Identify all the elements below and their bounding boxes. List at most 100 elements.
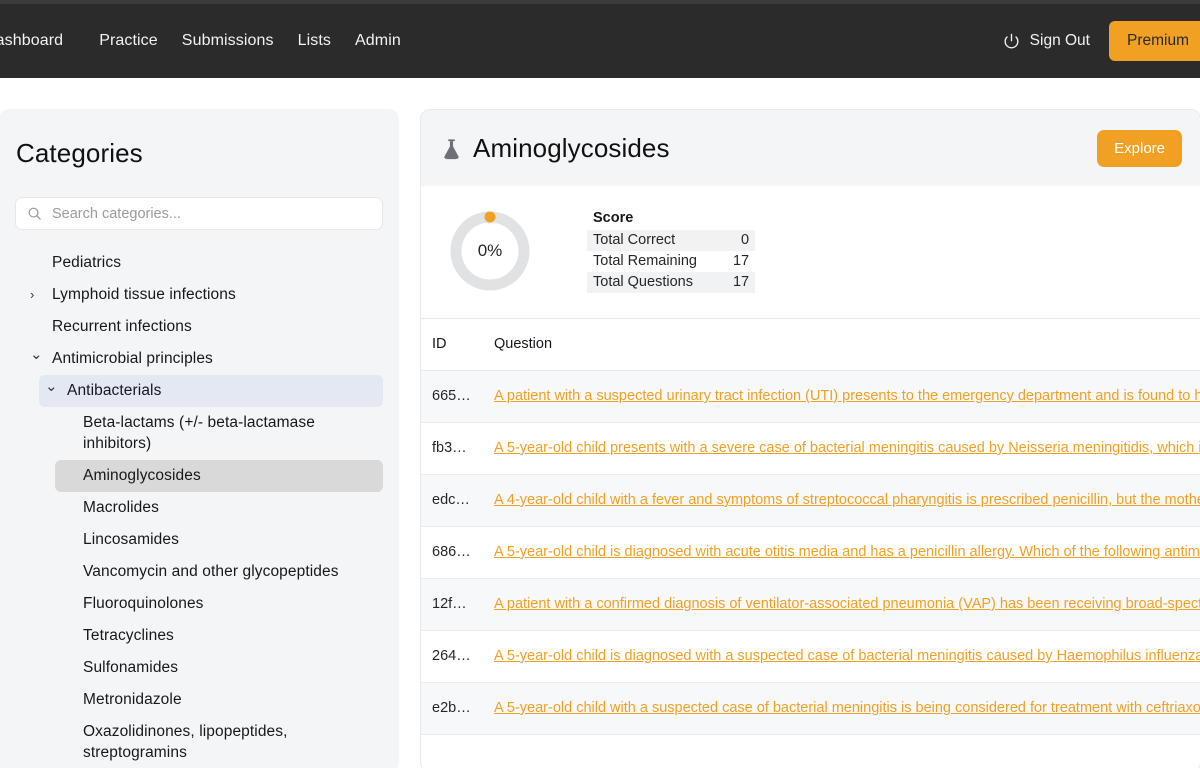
question-link[interactable]: A 4-year-old child with a fever and symp…: [494, 492, 1200, 508]
questions-header-row: ID Question: [421, 319, 1200, 371]
table-row[interactable]: fb3… A 5-year-old child presents with a s…: [421, 423, 1200, 475]
categories-sidebar: Categories Pediatrics › Lymphoid tissue in…: [0, 109, 399, 768]
sidebar-item-lymphoid-tissue-infections[interactable]: › Lymphoid tissue infections: [24, 279, 383, 311]
sidebar-item-metronidazole[interactable]: Metronidazole: [55, 684, 383, 716]
column-header-question: Question: [483, 319, 1200, 371]
sidebar-item-oxazolidinones-lipopeptides-streptogramins[interactable]: Oxazolidinones, lipopeptides, streptogra…: [55, 716, 383, 768]
nav-link-practice[interactable]: Practice: [99, 32, 158, 50]
search-categories-box[interactable]: [15, 197, 383, 230]
sidebar-item-label: Aminoglycosides: [61, 465, 201, 486]
chevron-down-icon[interactable]: ⌄: [45, 380, 61, 394]
topic-card: Aminoglycosides Explore 0% Score Total C…: [420, 109, 1200, 768]
sidebar-item-label: Lymphoid tissue infections: [52, 284, 236, 305]
page-title-text: Aminoglycosides: [473, 133, 670, 164]
nav-link-admin[interactable]: Admin: [355, 32, 401, 50]
question-id-cell: e2b…: [421, 683, 483, 735]
sidebar-item-antibacterials[interactable]: ⌄ Antibacterials: [39, 375, 383, 407]
search-icon: [27, 206, 42, 221]
sidebar-item-label: Tetracyclines: [61, 625, 174, 646]
sidebar-item-pediatrics[interactable]: Pediatrics: [24, 247, 383, 279]
question-text-cell: A patient with a suspected urinary tract…: [483, 371, 1200, 423]
sidebar-item-antimicrobial-principles[interactable]: ⌄ Antimicrobial principles: [24, 343, 383, 375]
sidebar-item-label: Antibacterials: [67, 380, 161, 401]
score-row-label: Total Questions: [587, 272, 703, 293]
questions-table: ID Question 665… A patient with a suspect…: [421, 319, 1200, 735]
premium-button[interactable]: Premium: [1109, 21, 1200, 61]
score-row-value: 17: [703, 251, 755, 272]
score-row-label: Total Correct: [587, 230, 703, 251]
table-row[interactable]: 665… A patient with a suspected urinary t…: [421, 371, 1200, 423]
score-row-value: 0: [703, 230, 755, 251]
sidebar-item-label: Lincosamides: [61, 529, 179, 550]
table-row[interactable]: e2b… A 5-year-old child with a suspected …: [421, 683, 1200, 735]
sidebar-item-label: Pediatrics: [52, 252, 121, 273]
table-row[interactable]: 264… A 5-year-old child is diagnosed with…: [421, 631, 1200, 683]
navbar-right-group: Sign Out Premium: [1002, 4, 1200, 78]
search-categories-input[interactable]: [52, 206, 371, 222]
question-id-cell: 12f…: [421, 579, 483, 631]
chevron-right-icon[interactable]: ›: [30, 284, 46, 305]
categories-title: Categories: [15, 131, 383, 169]
sidebar-item-label: Oxazolidinones, lipopeptides, streptogra…: [61, 721, 377, 763]
sidebar-item-sulfonamides[interactable]: Sulfonamides: [55, 652, 383, 684]
question-id-cell: edc…: [421, 475, 483, 527]
question-link[interactable]: A 5-year-old child with a suspected case…: [494, 700, 1200, 716]
table-row[interactable]: 12f… A patient with a confirmed diagnosis…: [421, 579, 1200, 631]
sidebar-item-tetracyclines[interactable]: Tetracyclines: [55, 620, 383, 652]
sign-out-button[interactable]: Sign Out: [1002, 32, 1090, 51]
flask-icon: [441, 138, 462, 161]
sidebar-item-fluoroquinolones[interactable]: Fluoroquinolones: [55, 588, 383, 620]
question-link[interactable]: A 5-year-old child is diagnosed with acu…: [494, 544, 1200, 560]
sidebar-item-aminoglycosides[interactable]: Aminoglycosides: [55, 460, 383, 492]
score-row-value: 17: [703, 272, 755, 293]
question-text-cell: A patient with a confirmed diagnosis of …: [483, 579, 1200, 631]
sidebar-item-label: Antimicrobial principles: [52, 348, 213, 369]
question-link[interactable]: A 5-year-old child presents with a sever…: [494, 440, 1200, 456]
score-panel: 0% Score Total Correct0Total Remaining17…: [421, 186, 1200, 319]
table-row[interactable]: 686… A 5-year-old child is diagnosed with…: [421, 527, 1200, 579]
category-tree: Pediatrics › Lymphoid tissue infections Rec…: [15, 247, 383, 768]
nav-link-dashboard[interactable]: Dashboard: [0, 32, 63, 50]
sidebar-item-label: Recurrent infections: [52, 316, 192, 337]
sidebar-item-label: Vancomycin and other glycopeptides: [61, 561, 339, 582]
topic-header: Aminoglycosides Explore: [421, 110, 1200, 186]
table-row[interactable]: edc… A 4-year-old child with a fever and …: [421, 475, 1200, 527]
sidebar-item-label: Metronidazole: [61, 689, 182, 710]
sidebar-item-label: Sulfonamides: [61, 657, 178, 678]
power-icon: [1002, 32, 1021, 51]
question-link[interactable]: A 5-year-old child is diagnosed with a s…: [494, 648, 1200, 664]
question-id-cell: 665…: [421, 371, 483, 423]
sidebar-item-lincosamides[interactable]: Lincosamides: [55, 524, 383, 556]
question-link[interactable]: A patient with a confirmed diagnosis of …: [494, 596, 1200, 612]
question-id-cell: fb3…: [421, 423, 483, 475]
question-text-cell: A 4-year-old child with a fever and symp…: [483, 475, 1200, 527]
question-text-cell: A 5-year-old child is diagnosed with a s…: [483, 631, 1200, 683]
score-row: Total Remaining17: [587, 251, 755, 272]
nav-link-lists[interactable]: Lists: [298, 32, 331, 50]
score-donut-chart: 0%: [447, 208, 533, 294]
sidebar-item-vancomycin-and-other-glycopeptides[interactable]: Vancomycin and other glycopeptides: [55, 556, 383, 588]
question-id-cell: 686…: [421, 527, 483, 579]
explore-button[interactable]: Explore: [1097, 130, 1182, 167]
sidebar-item-recurrent-infections[interactable]: Recurrent infections: [24, 311, 383, 343]
score-row-label: Total Remaining: [587, 251, 703, 272]
chevron-down-icon[interactable]: ⌄: [30, 348, 46, 362]
questions-table-body: 665… A patient with a suspected urinary t…: [421, 371, 1200, 735]
score-heading: Score: [587, 210, 755, 230]
question-link[interactable]: A patient with a suspected urinary tract…: [494, 388, 1200, 404]
nav-link-submissions[interactable]: Submissions: [182, 32, 274, 50]
score-table: Total Correct0Total Remaining17Total Que…: [587, 230, 755, 293]
page-body: Categories Pediatrics › Lymphoid tissue in…: [0, 78, 1200, 768]
sidebar-item-macrolides[interactable]: Macrolides: [55, 492, 383, 524]
questions-table-head: ID Question: [421, 319, 1200, 371]
top-navbar: Dashboard Practice Submissions Lists Adm…: [0, 4, 1200, 78]
question-id-cell: 264…: [421, 631, 483, 683]
question-text-cell: A 5-year-old child presents with a sever…: [483, 423, 1200, 475]
nav-links: Dashboard Practice Submissions Lists Adm…: [0, 32, 401, 50]
page-title: Aminoglycosides: [441, 133, 670, 164]
questions-table-wrap[interactable]: ID Question 665… A patient with a suspect…: [421, 319, 1200, 768]
score-summary: Score Total Correct0Total Remaining17Tot…: [587, 210, 755, 293]
score-row: Total Questions17: [587, 272, 755, 293]
sidebar-item-beta-lactams-beta-lactamase-inhibitors[interactable]: Beta-lactams (+/- beta-lactamase inhibit…: [55, 407, 383, 460]
sidebar-item-label: Fluoroquinolones: [61, 593, 204, 614]
